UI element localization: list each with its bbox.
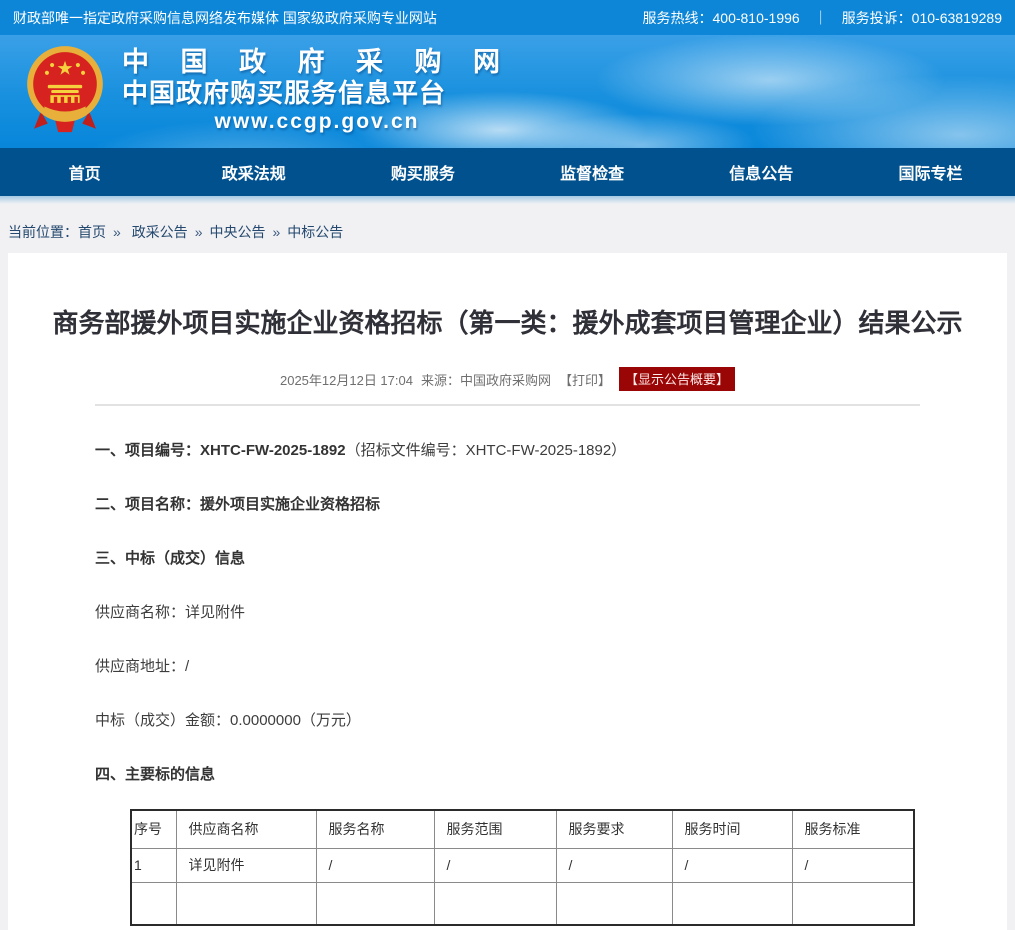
chevron-separator-icon: » xyxy=(113,224,121,240)
col-header-service-time: 服务时间 xyxy=(672,810,792,848)
nav-item-purchase[interactable]: 购买服务 xyxy=(338,148,507,196)
award-info-heading: 三、中标（成交）信息 xyxy=(95,548,920,569)
cell-service-scope: / xyxy=(434,848,556,882)
nav-item-international[interactable]: 国际专栏 xyxy=(846,148,1015,196)
article-sheet: 商务部援外项目实施企业资格招标（第一类：援外成套项目管理企业）结果公示 2025… xyxy=(8,253,1007,930)
page-title: 商务部援外项目实施企业资格招标（第一类：援外成套项目管理企业）结果公示 xyxy=(38,305,977,341)
supplier-name-line: 供应商名称：详见附件 xyxy=(95,602,920,623)
service-hotline: 服务热线：400-810-1996 xyxy=(643,8,800,28)
article-meta: 2025年12月12日 17:04 来源：中国政府采购网 【打印】 【显示公告概… xyxy=(8,367,1007,391)
meta-divider xyxy=(95,404,920,406)
national-emblem-icon xyxy=(22,44,108,136)
cell-empty xyxy=(672,882,792,925)
project-name-line: 二、项目名称：援外项目实施企业资格招标 xyxy=(95,494,920,515)
breadcrumb-home[interactable]: 首页 xyxy=(78,224,106,240)
site-header: 中 国 政 府 采 购 网 中国政府购买服务信息平台 www.ccgp.gov.… xyxy=(0,35,1015,148)
breadcrumb-prefix: 当前位置： xyxy=(8,224,78,240)
show-summary-button[interactable]: 【显示公告概要】 xyxy=(619,367,735,391)
article-body: 一、项目编号：XHTC-FW-2025-1892（招标文件编号：XHTC-FW-… xyxy=(95,440,920,785)
platform-name: 中国政府购买服务信息平台 xyxy=(122,78,512,109)
nav-item-laws[interactable]: 政采法规 xyxy=(169,148,338,196)
col-header-service-std: 服务标准 xyxy=(792,810,914,848)
col-header-service-scope: 服务范围 xyxy=(434,810,556,848)
award-amount-line: 中标（成交）金额：0.0000000（万元） xyxy=(95,710,920,731)
cell-seq: 1 xyxy=(131,848,176,882)
topbar-divider: ｜ xyxy=(814,8,828,28)
main-nav: 首页 政采法规 购买服务 监督检查 信息公告 国际专栏 xyxy=(0,148,1015,196)
chevron-separator-icon: » xyxy=(195,224,203,240)
topbar-contacts: 服务热线：400-810-1996 ｜ 服务投诉：010-63819289 xyxy=(643,8,1003,28)
col-header-service-req: 服务要求 xyxy=(556,810,672,848)
nav-item-home[interactable]: 首页 xyxy=(0,148,169,196)
bid-result-table: 序号 供应商名称 服务名称 服务范围 服务要求 服务时间 服务标准 1 详见附件… xyxy=(130,809,915,926)
nav-fade-strip xyxy=(0,196,1015,205)
top-utility-bar: 财政部唯一指定政府采购信息网络发布媒体 国家级政府采购专业网站 服务热线：400… xyxy=(0,0,1015,35)
service-complaint: 服务投诉：010-63819289 xyxy=(842,8,1002,28)
cell-service-std: / xyxy=(792,848,914,882)
cell-service-req: / xyxy=(556,848,672,882)
project-number-line: 一、项目编号：XHTC-FW-2025-1892（招标文件编号：XHTC-FW-… xyxy=(95,440,920,461)
chevron-separator-icon: » xyxy=(272,224,280,240)
table-row xyxy=(131,882,914,925)
nav-item-notices[interactable]: 信息公告 xyxy=(677,148,846,196)
cell-supplier: 详见附件 xyxy=(176,848,316,882)
site-title-block: 中 国 政 府 采 购 网 中国政府购买服务信息平台 www.ccgp.gov.… xyxy=(122,46,512,135)
site-slogan: 财政部唯一指定政府采购信息网络发布媒体 国家级政府采购专业网站 xyxy=(13,8,437,28)
col-header-seq: 序号 xyxy=(131,810,176,848)
cell-empty xyxy=(792,882,914,925)
cell-empty xyxy=(131,882,176,925)
table-row: 1 详见附件 / / / / / xyxy=(131,848,914,882)
cell-empty xyxy=(176,882,316,925)
site-url: www.ccgp.gov.cn xyxy=(122,109,512,135)
site-logo[interactable]: 中 国 政 府 采 购 网 中国政府购买服务信息平台 www.ccgp.gov.… xyxy=(22,44,512,136)
nav-item-supervise[interactable]: 监督检查 xyxy=(508,148,677,196)
article-source: 来源：中国政府采购网 xyxy=(421,370,551,389)
cell-empty xyxy=(434,882,556,925)
publish-datetime: 2025年12月12日 17:04 xyxy=(280,370,413,389)
breadcrumb-zhengcai[interactable]: 政采公告 xyxy=(132,224,188,240)
site-name: 中 国 政 府 采 购 网 xyxy=(122,46,512,78)
supplier-address-line: 供应商地址：/ xyxy=(95,656,920,677)
cell-service-time: / xyxy=(672,848,792,882)
main-subject-heading: 四、主要标的信息 xyxy=(95,764,920,785)
print-button[interactable]: 【打印】 xyxy=(559,370,611,389)
cell-empty xyxy=(316,882,434,925)
cell-service-name: / xyxy=(316,848,434,882)
breadcrumb-central[interactable]: 中央公告 xyxy=(209,224,265,240)
table-header-row: 序号 供应商名称 服务名称 服务范围 服务要求 服务时间 服务标准 xyxy=(131,810,914,848)
breadcrumb-award[interactable]: 中标公告 xyxy=(287,224,343,240)
breadcrumb: 当前位置：首页 » 政采公告 » 中央公告 » 中标公告 xyxy=(0,205,1015,253)
cell-empty xyxy=(556,882,672,925)
col-header-supplier: 供应商名称 xyxy=(176,810,316,848)
col-header-service-name: 服务名称 xyxy=(316,810,434,848)
